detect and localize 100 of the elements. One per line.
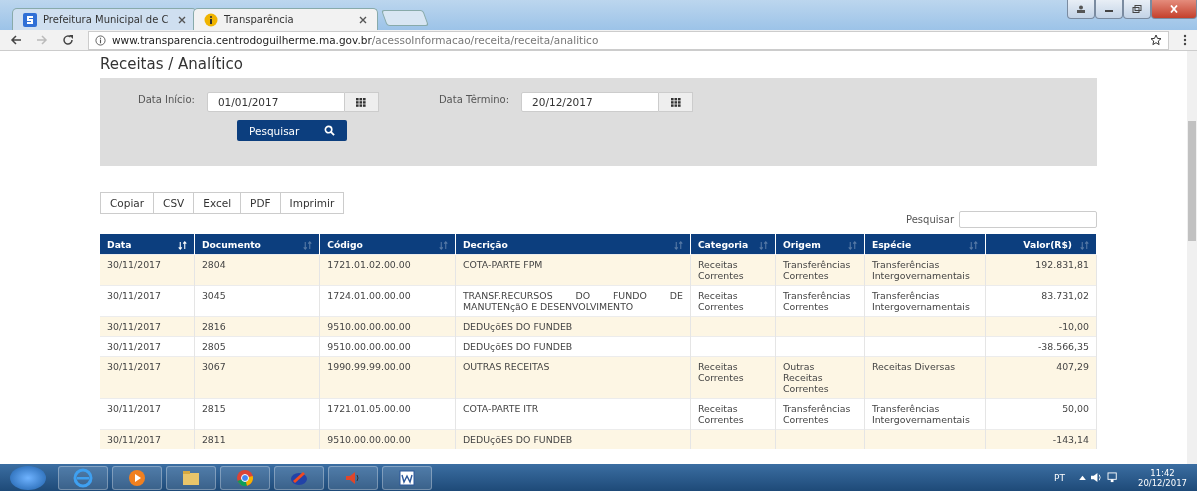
close-icon[interactable] (359, 15, 367, 24)
column-header[interactable]: Categoria (690, 234, 776, 255)
sort-icon (303, 240, 313, 250)
table-cell: 9510.00.00.00.00 (327, 321, 411, 332)
sort-icon (968, 240, 978, 250)
table-cell: 30/11/2017 (107, 403, 162, 414)
table-cell: 2805 (201, 341, 226, 352)
clock-date: 20/12/2017 (1138, 477, 1187, 488)
export-button[interactable]: Copiar (100, 192, 155, 214)
minimize-button[interactable] (1095, 0, 1123, 19)
table-cell: 30/11/2017 (107, 434, 162, 445)
sort-icon (758, 240, 768, 250)
sort-icon (673, 240, 683, 250)
table-cell: DEDUçõES DO FUNDEB (462, 434, 573, 445)
search-label: Pesquisar (906, 214, 954, 225)
table-cell: 30/11/2017 (107, 361, 162, 372)
menu-icon[interactable] (1183, 34, 1187, 46)
table-cell: 50,00 (1062, 403, 1089, 414)
table-cell: Outras Receitas Correntes (782, 361, 829, 394)
table-cell: 1721.01.02.00.00 (327, 259, 411, 270)
table-cell: 30/11/2017 (107, 259, 162, 270)
browser-tab[interactable]: Transparência (193, 8, 378, 30)
restore-button[interactable] (1123, 0, 1151, 19)
calendar-button[interactable] (344, 92, 379, 112)
table-cell: Receitas Correntes (697, 290, 744, 312)
table-cell: 30/11/2017 (107, 341, 162, 352)
network-icon[interactable] (1107, 472, 1120, 483)
column-header[interactable]: Documento (194, 234, 320, 255)
table-cell: Transferências Correntes (782, 403, 851, 425)
close-button[interactable] (1151, 0, 1197, 19)
table-cell: Transferências Intergovernamentais (871, 403, 970, 425)
table-cell: 3045 (201, 290, 226, 301)
letter-s-logo-icon (23, 12, 37, 27)
table-cell: DEDUçõES DO FUNDEB (462, 321, 573, 332)
sort-icon (1080, 240, 1089, 250)
scrollbar[interactable] (1187, 51, 1197, 464)
table-cell: 1724.01.00.00.00 (327, 290, 411, 301)
table-cell: OUTRAS RECEITAS (462, 361, 550, 372)
search-button[interactable]: Pesquisar (237, 120, 347, 141)
app-icon[interactable] (274, 465, 324, 490)
column-header[interactable]: Valor(R$) (985, 234, 1097, 255)
grid-icon (670, 97, 681, 107)
field-label: Data Início: (138, 93, 195, 105)
close-icon (1169, 5, 1179, 13)
tab-title: Transparência (224, 14, 295, 25)
column-header[interactable]: Espécie (864, 234, 986, 255)
table-cell: -10,00 (1058, 321, 1089, 332)
date-field[interactable]: 20/12/2017 (521, 92, 660, 112)
table-cell: Receitas Correntes (697, 361, 744, 383)
table-cell: 192.831,81 (1035, 259, 1089, 270)
export-button[interactable]: PDF (240, 192, 281, 214)
column-header[interactable]: Código (319, 234, 456, 255)
table-cell: 9510.00.00.00.00 (327, 434, 411, 445)
table-cell: -38.566,35 (1037, 341, 1089, 352)
table-cell: Receitas Diversas (871, 361, 956, 372)
table-cell: DEDUçõES DO FUNDEB (462, 341, 573, 352)
table-cell: 2816 (201, 321, 226, 332)
table-cell: 1721.01.05.00.00 (327, 403, 411, 414)
column-header[interactable]: Data (100, 234, 195, 255)
grid-icon (356, 97, 367, 107)
user-button[interactable] (1067, 0, 1095, 19)
table-cell: 30/11/2017 (107, 290, 162, 301)
table-cell: 407,29 (1056, 361, 1089, 372)
table-cell: COTA-PARTE FPM (462, 259, 543, 270)
bookmark-star-icon[interactable] (1150, 34, 1162, 46)
info-icon (204, 12, 218, 27)
date-field[interactable]: 01/01/2017 (206, 92, 345, 112)
search-field[interactable] (959, 211, 1097, 228)
clock-time: 11:42 (1150, 467, 1175, 478)
info-icon (95, 34, 106, 46)
column-header[interactable]: Decrição (455, 234, 691, 255)
address-bar[interactable]: www.transparencia.centrodoguilherme.ma.gov.br/acessoInformacao/receita/receita/analitico (88, 30, 1169, 50)
media-player-icon[interactable] (112, 465, 162, 490)
column-header[interactable]: Origem (775, 234, 865, 255)
language-indicator[interactable]: PT (1054, 472, 1065, 483)
reload-icon[interactable] (62, 34, 74, 46)
table-cell: Transferências Intergovernamentais (871, 259, 970, 281)
tab-title: Prefeitura Municipal de C (43, 14, 170, 25)
calendar-button[interactable] (659, 92, 694, 112)
close-icon[interactable] (178, 15, 186, 24)
table-cell: 2804 (201, 259, 226, 270)
caret-icon[interactable] (1079, 475, 1086, 480)
speaker-icon[interactable] (1090, 472, 1103, 483)
start-button[interactable] (10, 465, 46, 490)
table-cell: 9510.00.00.00.00 (327, 341, 411, 352)
user-icon (1076, 5, 1086, 13)
table-cell: 1990.99.99.00.00 (327, 361, 411, 372)
word-document-icon[interactable] (382, 465, 432, 490)
sort-icon (847, 240, 857, 250)
table-cell: Receitas Correntes (697, 403, 744, 425)
chrome-icon[interactable] (220, 465, 270, 490)
folder-icon[interactable] (166, 465, 216, 490)
export-button[interactable]: CSV (153, 192, 195, 214)
export-button[interactable]: Imprimir (279, 192, 345, 214)
table-cell: Receitas Correntes (697, 259, 744, 281)
restore-icon (1132, 5, 1142, 13)
sort-icon (177, 240, 187, 250)
table-cell: 3067 (201, 361, 226, 372)
back-icon[interactable] (10, 34, 22, 46)
export-button[interactable]: Excel (193, 192, 242, 214)
